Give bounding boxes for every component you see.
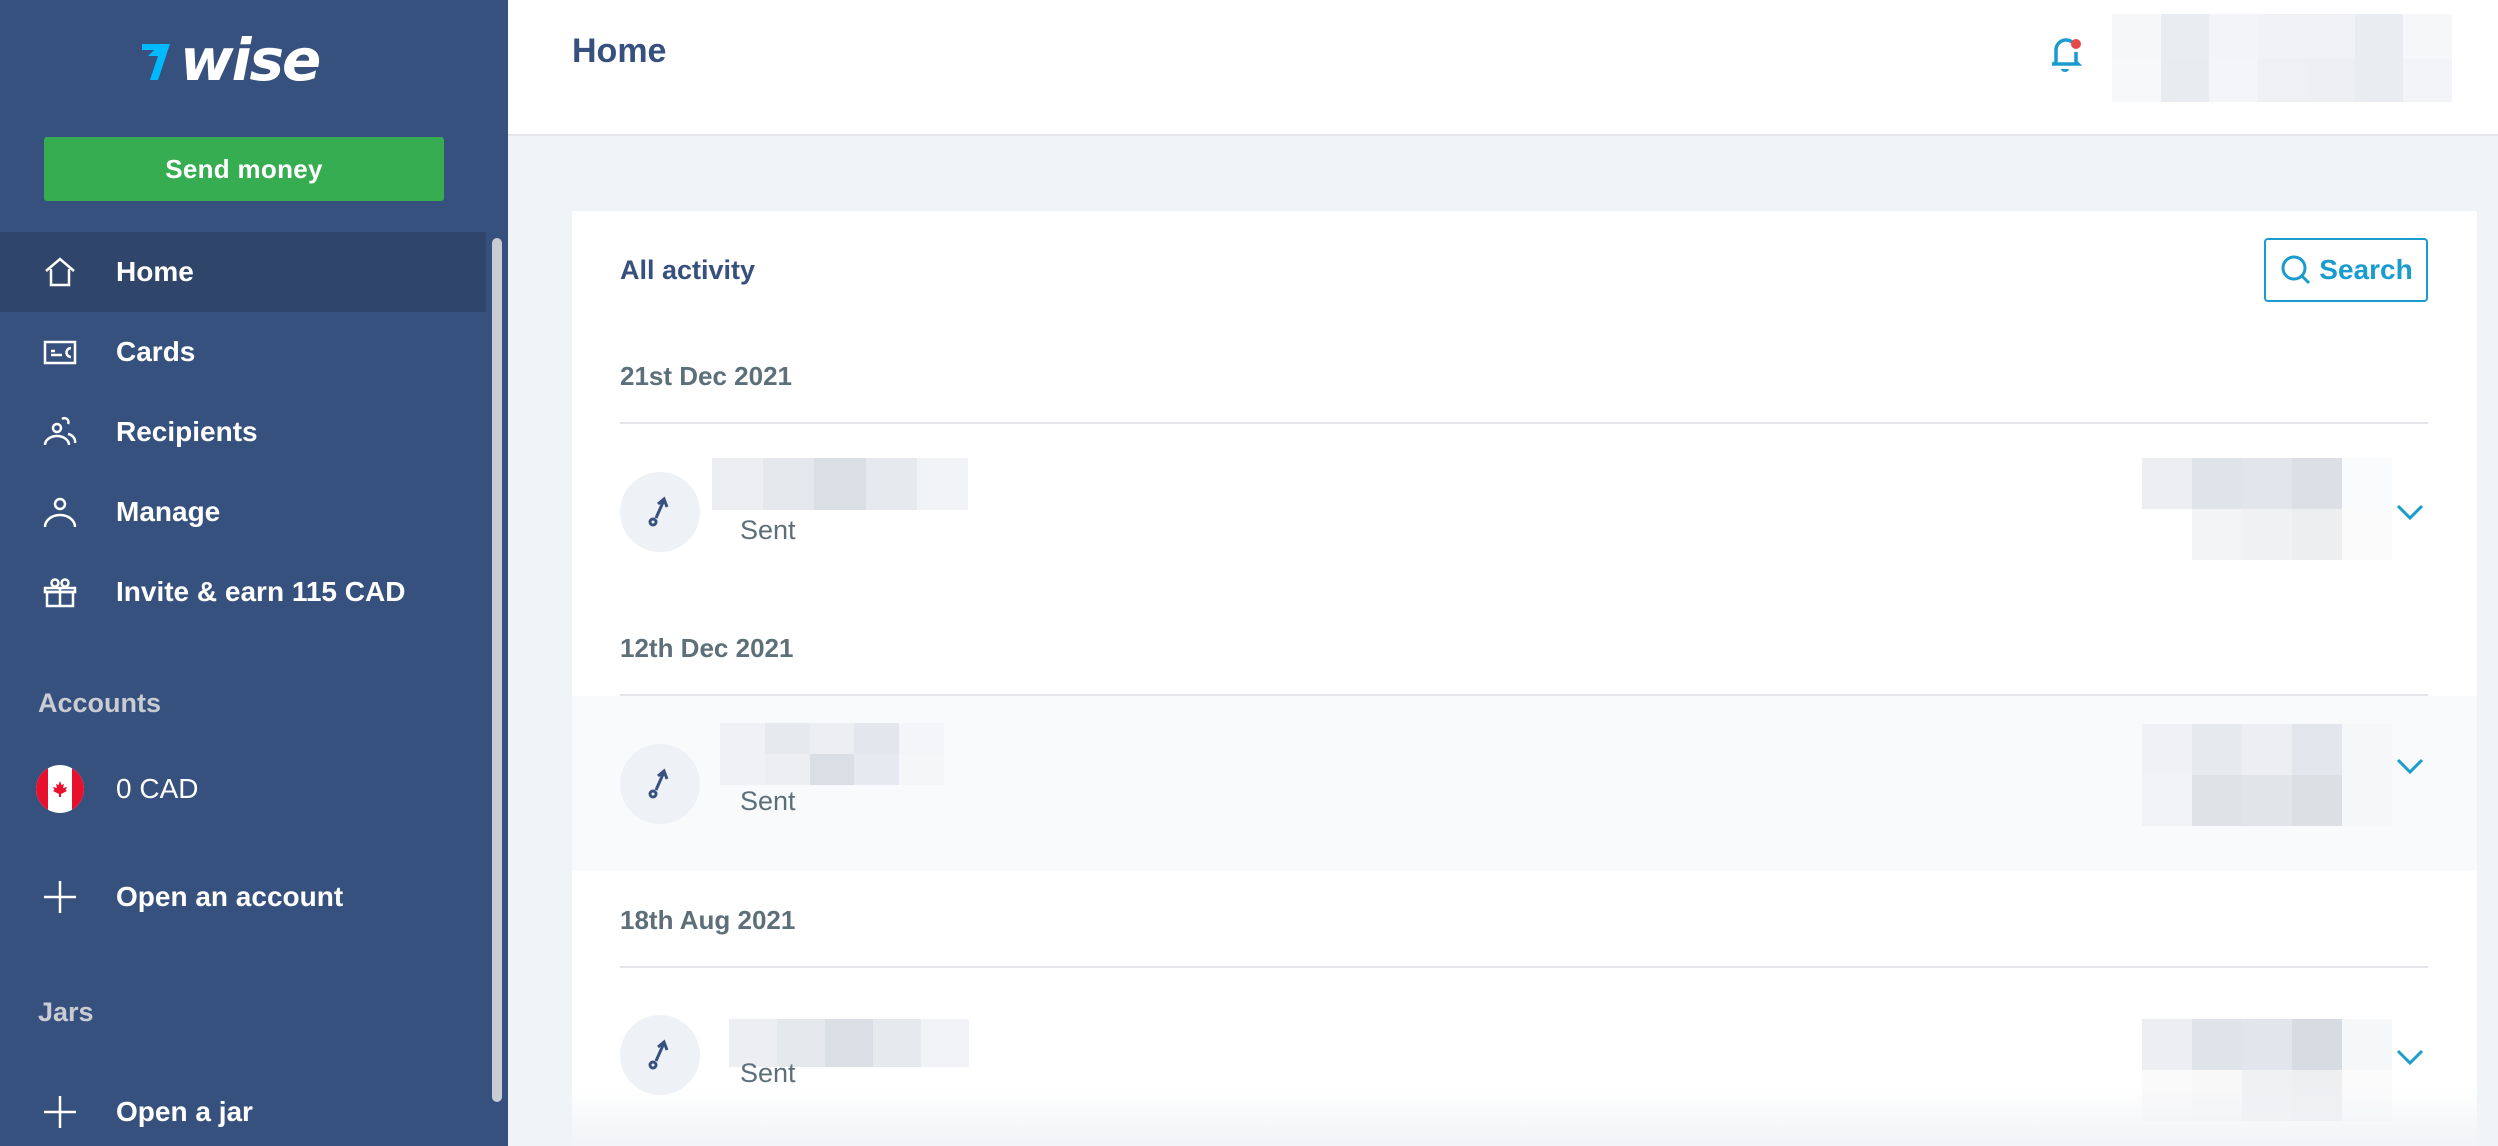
transaction-status: Sent	[740, 515, 796, 545]
accounts-heading: Accounts	[38, 688, 162, 718]
open-account-label: Open an account	[116, 881, 344, 912]
sent-arrow-icon	[620, 472, 700, 552]
recipient-name-redacted	[712, 458, 968, 510]
top-header: Home	[508, 0, 2498, 136]
home-icon	[42, 254, 78, 290]
amount-redacted	[2142, 724, 2392, 826]
sidebar-item-recipients[interactable]: Recipients	[0, 392, 486, 472]
search-icon	[2281, 255, 2311, 285]
chevron-down-icon[interactable]	[2394, 1041, 2426, 1073]
bell-icon[interactable]	[2046, 34, 2086, 78]
sidebar-item-label: Manage	[116, 496, 221, 527]
wise-logo[interactable]: wise	[136, 31, 326, 89]
divider	[620, 422, 2428, 424]
date-header: 12th Dec 2021	[620, 633, 794, 663]
user-profile-redacted[interactable]	[2112, 14, 2452, 102]
chevron-down-icon[interactable]	[2394, 496, 2426, 528]
gift-icon	[42, 574, 78, 610]
chevron-down-icon[interactable]	[2394, 750, 2426, 782]
sidebar: wise Send money Home Cards Recipients Ma…	[0, 0, 508, 1146]
account-balance: 0 CAD	[116, 773, 199, 804]
activity-title: All activity	[620, 255, 756, 285]
card-icon	[42, 334, 78, 370]
sent-arrow-icon	[620, 744, 700, 824]
sidebar-item-manage[interactable]: Manage	[0, 472, 486, 552]
scroll-fade	[572, 1086, 2477, 1146]
date-header: 21st Dec 2021	[620, 361, 793, 391]
date-header: 18th Aug 2021	[620, 905, 796, 935]
sidebar-item-cards[interactable]: Cards	[0, 312, 486, 392]
sidebar-item-home[interactable]: Home	[0, 232, 486, 312]
account-item-cad[interactable]: 0 CAD	[0, 749, 486, 829]
search-button[interactable]: Search	[2264, 238, 2428, 302]
transaction-status: Sent	[740, 1058, 796, 1088]
sidebar-item-label: Recipients	[116, 416, 258, 447]
open-jar-label: Open a jar	[116, 1096, 253, 1127]
wise-flag-icon	[142, 44, 170, 80]
send-money-button[interactable]: Send money	[44, 137, 444, 201]
notification-dot	[2071, 39, 2081, 49]
search-label: Search	[2319, 254, 2413, 285]
sidebar-item-label: Home	[116, 256, 194, 287]
jars-heading: Jars	[38, 997, 94, 1027]
open-jar-button[interactable]: Open a jar	[0, 1072, 486, 1146]
recipient-name-redacted	[720, 723, 944, 785]
open-account-button[interactable]: Open an account	[0, 857, 486, 937]
page-title: Home	[572, 32, 667, 70]
sidebar-item-label: Invite & earn 115 CAD	[116, 576, 406, 607]
sidebar-item-label: Cards	[116, 336, 196, 367]
sidebar-item-invite[interactable]: Invite & earn 115 CAD	[0, 552, 486, 632]
divider	[620, 966, 2428, 968]
recipients-icon	[42, 414, 78, 450]
canada-flag-icon	[36, 765, 84, 813]
sent-arrow-icon	[620, 1015, 700, 1095]
brand-name: wise	[180, 26, 321, 94]
sidebar-scrollbar[interactable]	[492, 238, 502, 1102]
transaction-status: Sent	[740, 786, 796, 816]
amount-redacted	[2142, 458, 2392, 560]
person-icon	[42, 494, 78, 530]
plus-icon	[42, 879, 78, 915]
plus-icon	[42, 1094, 78, 1130]
transaction-row[interactable]: Sent	[572, 696, 2477, 871]
activity-card: All activity Search 21st Dec 2021 Sent 1…	[572, 211, 2477, 1146]
